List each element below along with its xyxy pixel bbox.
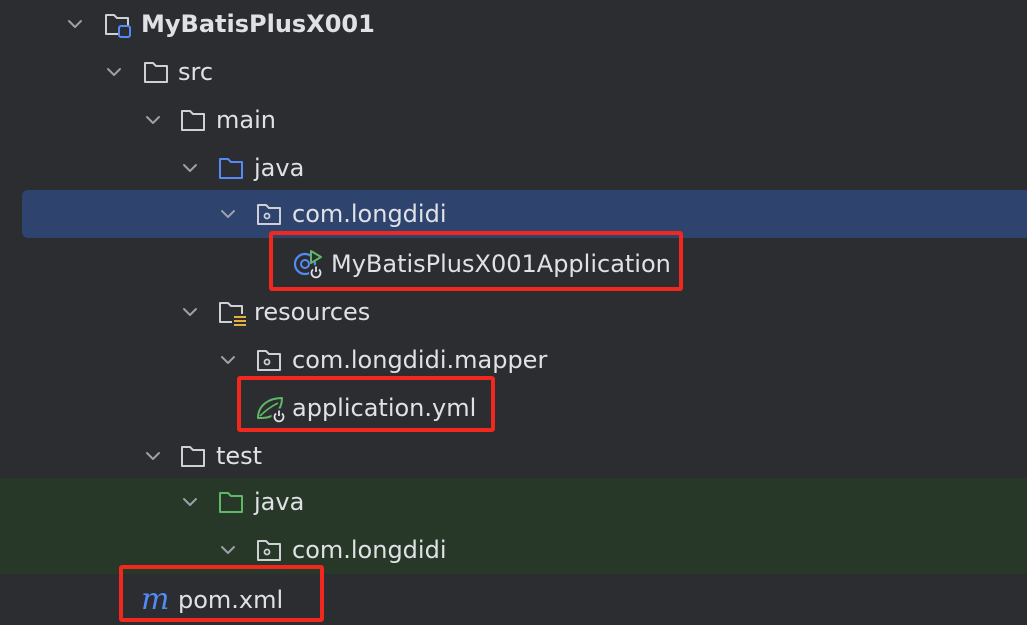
chevron-down-icon[interactable] [141, 108, 165, 132]
folder-label-java: java [254, 154, 305, 182]
chevron-down-icon[interactable] [141, 444, 165, 468]
folder-label-main: main [216, 106, 276, 134]
spring-config-icon [254, 392, 287, 424]
folder-icon [178, 105, 208, 135]
project-name-label: MyBatisPlusX001 [141, 10, 375, 38]
folder-label-test-java: java [254, 488, 305, 516]
folder-label-resources: resources [254, 298, 371, 326]
tree-row-resources[interactable]: resources [0, 288, 1027, 336]
file-label-application-yml: application.yml [292, 394, 477, 422]
tree-row-main[interactable]: main [0, 96, 1027, 144]
tree-row-pom[interactable]: m pom.xml [0, 576, 1027, 624]
test-folder-icon [216, 487, 246, 517]
maven-icon: m [141, 582, 170, 617]
package-icon [254, 535, 284, 565]
folder-icon [178, 441, 208, 471]
chevron-down-icon[interactable] [178, 300, 202, 324]
tree-row-main-package[interactable]: com.longdidi [22, 190, 1027, 238]
folder-label-test: test [216, 442, 263, 470]
source-folder-icon [216, 153, 246, 183]
chevron-down-icon[interactable] [63, 12, 87, 36]
chevron-down-icon[interactable] [102, 60, 126, 84]
tree-row-application-yml[interactable]: application.yml [0, 384, 1027, 432]
package-icon [254, 199, 284, 229]
folder-label-src: src [178, 58, 214, 86]
class-label-application: MyBatisPlusX001Application [331, 250, 671, 278]
tree-row-mapper-package[interactable]: com.longdidi.mapper [0, 336, 1027, 384]
chevron-down-icon[interactable] [178, 490, 202, 514]
tree-row-main-java[interactable]: java [0, 144, 1027, 192]
tree-row-test-package[interactable]: com.longdidi [0, 526, 1027, 574]
project-tree: MyBatisPlusX001 src main java com.longdi… [0, 0, 1027, 625]
tree-row-test[interactable]: test [0, 432, 1027, 480]
package-icon [254, 345, 284, 375]
package-label-main: com.longdidi [292, 200, 447, 228]
tree-row-src[interactable]: src [0, 48, 1027, 96]
chevron-down-icon[interactable] [178, 156, 202, 180]
tree-row-project[interactable]: MyBatisPlusX001 [0, 0, 1027, 48]
tree-row-test-java[interactable]: java [0, 478, 1027, 526]
chevron-down-icon[interactable] [216, 538, 240, 562]
folder-icon [141, 57, 171, 87]
chevron-down-icon[interactable] [216, 202, 240, 226]
package-label-test: com.longdidi [292, 536, 447, 564]
spring-boot-application-icon [292, 248, 323, 279]
resources-folder-icon [216, 297, 246, 327]
file-label-pom: pom.xml [178, 586, 284, 614]
chevron-down-icon[interactable] [216, 348, 240, 372]
tree-row-application-class[interactable]: MyBatisPlusX001Application [0, 240, 1027, 288]
package-label-mapper: com.longdidi.mapper [292, 346, 548, 374]
module-folder-icon [102, 9, 132, 39]
